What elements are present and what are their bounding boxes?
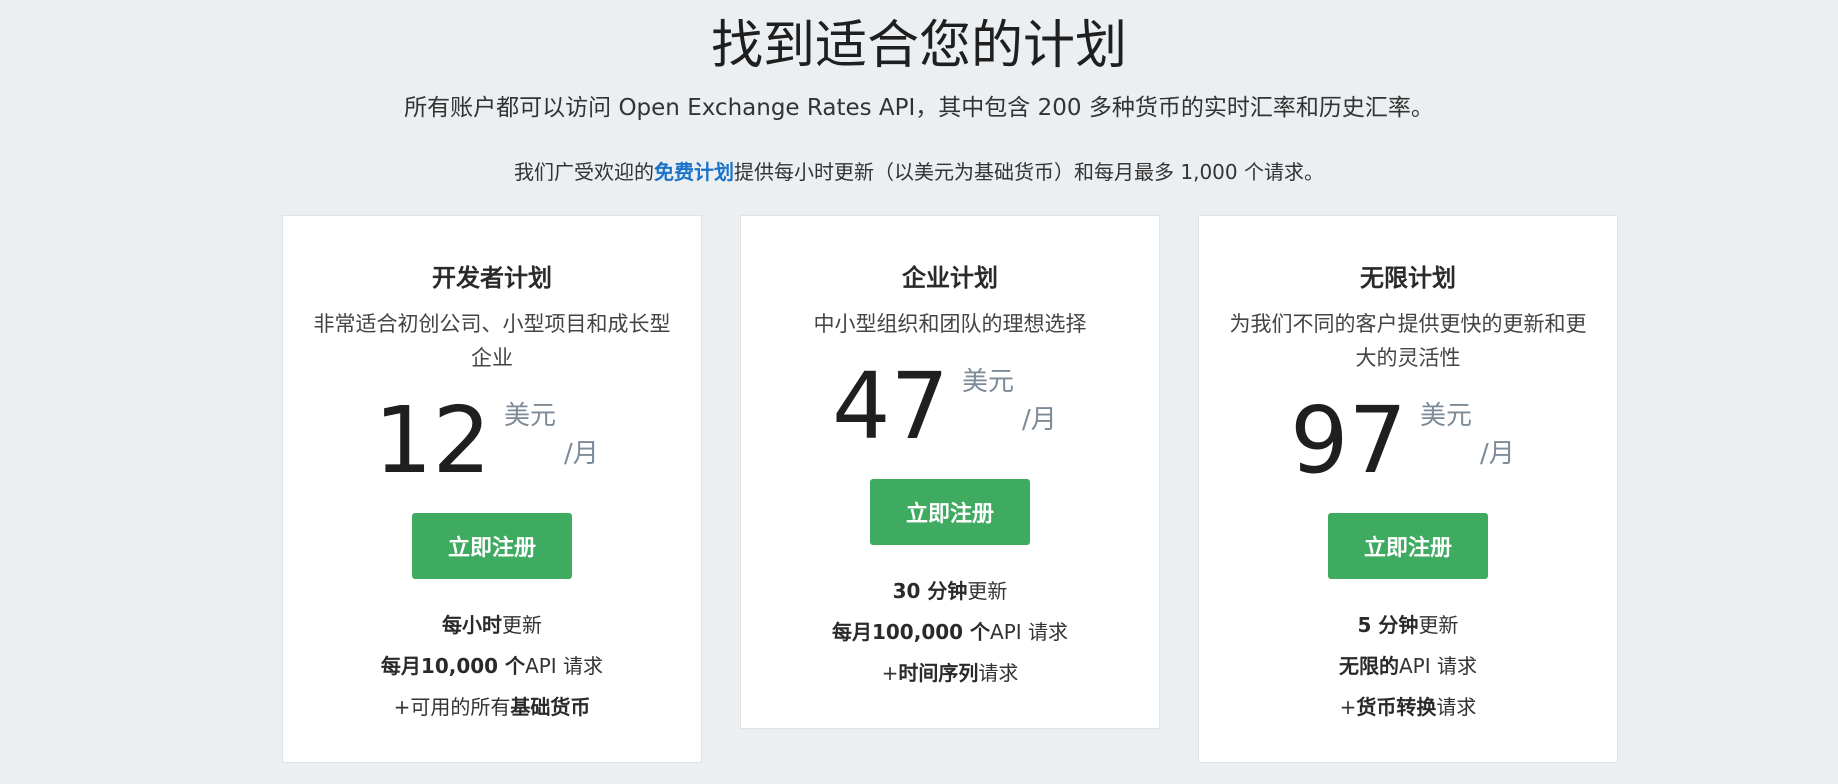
- free-plan-intro: 我们广受欢迎的免费计划提供每小时更新（以美元为基础货币）和每月最多 1,000 …: [0, 157, 1838, 187]
- feature-item: +货币转换请求: [1199, 687, 1617, 728]
- plan-card-unlimited: 无限计划 为我们不同的客户提供更快的更新和更大的灵活性 97 美元 /月 立即注…: [1198, 215, 1618, 763]
- plan-description: 为我们不同的客户提供更快的更新和更大的灵活性: [1229, 312, 1587, 370]
- feature-pre: +: [1339, 695, 1357, 719]
- feature-highlight: 时间序列: [898, 661, 979, 685]
- feature-post: 更新: [502, 613, 542, 637]
- feature-highlight: 每月100,000 个: [831, 620, 991, 644]
- signup-button[interactable]: 立即注册: [1328, 513, 1488, 579]
- page-title: 找到适合您的计划: [710, 16, 1127, 76]
- feature-post: API 请求: [990, 620, 1069, 644]
- feature-item: 无限的API 请求: [1199, 646, 1617, 687]
- price-amount: 47: [832, 353, 950, 460]
- plan-price: 12 美元 /月: [372, 391, 612, 491]
- feature-item: 每月10,000 个API 请求: [283, 646, 701, 687]
- price-period: /月: [1480, 439, 1515, 469]
- feature-item: 每小时更新: [283, 605, 701, 646]
- signup-button[interactable]: 立即注册: [870, 479, 1030, 545]
- price-amount: 12: [374, 387, 492, 494]
- feature-post: 更新: [1418, 613, 1459, 637]
- feature-post: API 请求: [1399, 654, 1477, 678]
- plan-title: 开发者计划: [432, 264, 552, 292]
- feature-item: +时间序列请求: [741, 653, 1159, 694]
- plan-description: 非常适合初创公司、小型项目和成长型企业: [313, 312, 671, 370]
- price-period: /月: [1022, 405, 1057, 435]
- feature-post: API 请求: [525, 654, 604, 678]
- price-currency: 美元: [504, 401, 557, 431]
- plan-title: 无限计划: [1360, 264, 1456, 292]
- feature-pre: +可用的所有: [393, 695, 511, 719]
- plan-card-enterprise: 企业计划 中小型组织和团队的理想选择 47 美元 /月 立即注册 30 分钟更新…: [740, 215, 1160, 729]
- feature-item: 5 分钟更新: [1199, 605, 1617, 646]
- pricing-page: 找到适合您的计划 所有账户都可以访问 Open Exchange Rates A…: [0, 0, 1838, 784]
- feature-item: +可用的所有基础货币: [283, 687, 701, 728]
- feature-highlight: 每月10,000 个: [380, 654, 526, 678]
- plan-title: 企业计划: [902, 264, 998, 292]
- plan-features: 5 分钟更新 无限的API 请求 +货币转换请求: [1199, 605, 1617, 728]
- free-plan-link[interactable]: 免费计划: [654, 160, 734, 184]
- feature-post: 请求: [1436, 695, 1477, 719]
- price-amount: 97: [1290, 387, 1408, 494]
- feature-item: 30 分钟更新: [741, 571, 1159, 612]
- intro-prefix: 我们广受欢迎的: [514, 160, 654, 184]
- plan-description: 中小型组织和团队的理想选择: [813, 312, 1087, 336]
- plan-features: 30 分钟更新 每月100,000 个API 请求 +时间序列请求: [741, 571, 1159, 694]
- plan-price: 47 美元 /月: [830, 357, 1070, 457]
- plan-card-developer: 开发者计划 非常适合初创公司、小型项目和成长型企业 12 美元 /月 立即注册 …: [282, 215, 702, 763]
- price-period: /月: [564, 439, 599, 469]
- page-subtitle: 所有账户都可以访问 Open Exchange Rates API，其中包含 2…: [404, 95, 1434, 121]
- plan-cards: 开发者计划 非常适合初创公司、小型项目和成长型企业 12 美元 /月 立即注册 …: [282, 215, 1618, 763]
- feature-highlight: 基础货币: [510, 695, 591, 719]
- feature-item: 每月100,000 个API 请求: [741, 612, 1159, 653]
- signup-button[interactable]: 立即注册: [412, 513, 572, 579]
- feature-post: 更新: [967, 579, 1008, 603]
- plan-features: 每小时更新 每月10,000 个API 请求 +可用的所有基础货币: [283, 605, 701, 728]
- feature-highlight: 5 分钟: [1357, 613, 1419, 637]
- feature-highlight: 无限的: [1339, 654, 1399, 678]
- feature-pre: +: [881, 661, 899, 685]
- plan-price: 97 美元 /月: [1288, 391, 1528, 491]
- price-currency: 美元: [1420, 401, 1473, 431]
- feature-post: 请求: [978, 661, 1019, 685]
- price-currency: 美元: [962, 367, 1015, 397]
- intro-suffix: 提供每小时更新（以美元为基础货币）和每月最多 1,000 个请求。: [734, 160, 1324, 184]
- feature-highlight: 每小时: [442, 613, 502, 637]
- feature-highlight: 货币转换: [1356, 695, 1437, 719]
- feature-highlight: 30 分钟: [892, 579, 968, 603]
